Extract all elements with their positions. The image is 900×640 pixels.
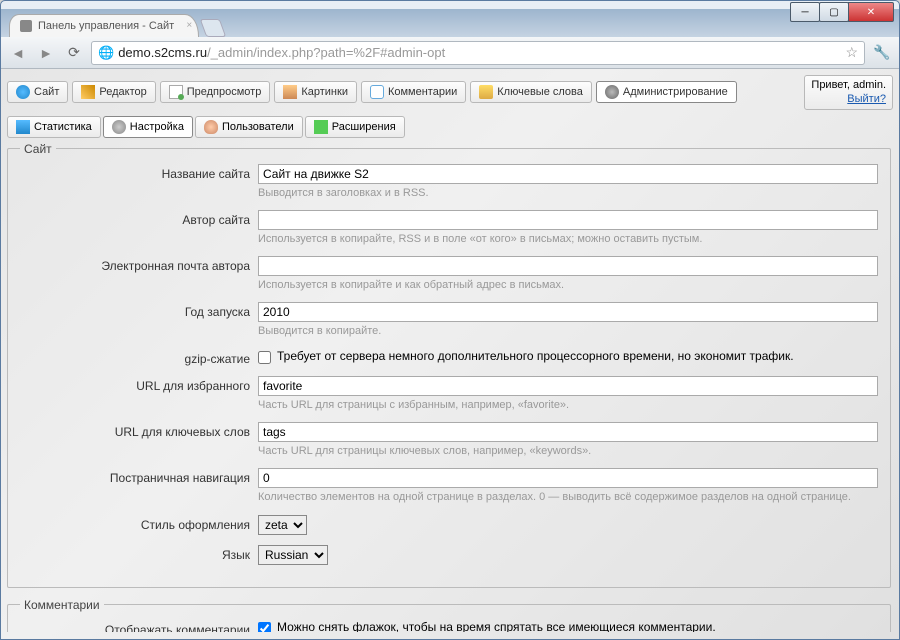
gear-icon: [112, 120, 126, 134]
label-tags-url: URL для ключевых слов: [20, 422, 250, 439]
reload-button[interactable]: ⟳: [63, 42, 85, 64]
fieldset-comments: Комментарии Отображать комментарии Можно…: [7, 598, 891, 632]
hint-year: Выводится в копирайте.: [258, 324, 878, 338]
desc-show-comments: Можно снять флажок, чтобы на время спрят…: [277, 620, 716, 632]
input-pagination[interactable]: [258, 468, 878, 488]
preview-icon: [169, 85, 183, 99]
main-toolbar: Сайт Редактор Предпросмотр Картинки Комм…: [7, 75, 893, 110]
address-bar: ◄ ► ⟳ 🌐 demo.s2cms.ru/_admin/index.php?p…: [1, 37, 899, 69]
checkbox-gzip[interactable]: [258, 351, 271, 364]
bookmark-star-icon[interactable]: ☆: [845, 44, 858, 61]
label: Ключевые слова: [497, 86, 583, 98]
favicon-icon: [20, 20, 32, 32]
globe-icon: [16, 85, 30, 99]
label-pagination: Постраничная навигация: [20, 468, 250, 485]
select-lang[interactable]: Russian: [258, 545, 328, 565]
input-email[interactable]: [258, 256, 878, 276]
label: Сайт: [34, 86, 59, 98]
label: Картинки: [301, 86, 348, 98]
select-style[interactable]: zeta: [258, 515, 307, 535]
legend-comments: Комментарии: [20, 598, 104, 612]
users-icon: [204, 120, 218, 134]
settings-wrench-icon[interactable]: 🔧: [871, 44, 893, 61]
pencil-icon: [81, 85, 95, 99]
hint-fav-url: Часть URL для страницы с избранным, напр…: [258, 398, 878, 412]
globe-icon: 🌐: [98, 45, 114, 61]
window-close-button[interactable]: ✕: [848, 2, 894, 22]
browser-tab[interactable]: Панель управления - Сайт ×: [9, 14, 199, 37]
input-year[interactable]: [258, 302, 878, 322]
settings-scroll-area[interactable]: Сайт Название сайта Выводится в заголовк…: [7, 142, 893, 632]
label: Администрирование: [623, 86, 728, 98]
subtab-users[interactable]: Пользователи: [195, 116, 303, 138]
toolbar-keywords-button[interactable]: Ключевые слова: [470, 81, 592, 103]
label: Редактор: [99, 86, 146, 98]
hint-author: Используется в копирайте, RSS и в поле «…: [258, 232, 878, 246]
toolbar-images-button[interactable]: Картинки: [274, 81, 357, 103]
input-site-name[interactable]: [258, 164, 878, 184]
subtab-settings[interactable]: Настройка: [103, 116, 193, 138]
hint-tags-url: Часть URL для страницы ключевых слов, на…: [258, 444, 878, 458]
key-icon: [479, 85, 493, 99]
hint-email: Используется в копирайте и как обратный …: [258, 278, 878, 292]
hint-site-name: Выводится в заголовках и в RSS.: [258, 186, 878, 200]
label-email: Электронная почта автора: [20, 256, 250, 273]
url-host: demo.s2cms.ru: [118, 45, 207, 60]
tab-title: Панель управления - Сайт: [38, 20, 174, 32]
subtab-extensions[interactable]: Расширения: [305, 116, 405, 138]
plugin-icon: [314, 120, 328, 134]
legend-site: Сайт: [20, 142, 56, 156]
page-content: Сайт Редактор Предпросмотр Картинки Комм…: [1, 69, 899, 639]
url-path: /_admin/index.php?path=%2F#admin-opt: [207, 45, 445, 60]
window-maximize-button[interactable]: ▢: [819, 2, 849, 22]
label: Пользователи: [222, 121, 294, 133]
images-icon: [283, 85, 297, 99]
label-show-comments: Отображать комментарии: [20, 620, 250, 632]
toolbar-preview-button[interactable]: Предпросмотр: [160, 81, 271, 103]
checkbox-show-comments[interactable]: [258, 622, 271, 632]
label: Расширения: [332, 121, 396, 133]
input-tags-url[interactable]: [258, 422, 878, 442]
label-site-name: Название сайта: [20, 164, 250, 181]
browser-tabstrip: Панель управления - Сайт ×: [1, 9, 899, 37]
label: Комментарии: [388, 86, 457, 98]
forward-button[interactable]: ►: [35, 42, 57, 64]
toolbar-site-button[interactable]: Сайт: [7, 81, 68, 103]
input-fav-url[interactable]: [258, 376, 878, 396]
label: Настройка: [130, 121, 184, 133]
label-author: Автор сайта: [20, 210, 250, 227]
url-input[interactable]: 🌐 demo.s2cms.ru/_admin/index.php?path=%2…: [91, 41, 865, 65]
sub-toolbar: Статистика Настройка Пользователи Расшир…: [7, 116, 893, 138]
logout-link[interactable]: Выйти?: [847, 93, 886, 105]
user-greeting: Привет, admin. Выйти?: [804, 75, 893, 110]
label-lang: Язык: [20, 545, 250, 562]
stats-icon: [16, 120, 30, 134]
label-fav-url: URL для избранного: [20, 376, 250, 393]
window-titlebar: [1, 1, 899, 9]
desc-gzip: Требует от сервера немного дополнительно…: [277, 349, 794, 363]
subtab-stats[interactable]: Статистика: [7, 116, 101, 138]
tab-close-icon[interactable]: ×: [186, 20, 192, 31]
label-year: Год запуска: [20, 302, 250, 319]
toolbar-comments-button[interactable]: Комментарии: [361, 81, 466, 103]
fieldset-site: Сайт Название сайта Выводится в заголовк…: [7, 142, 891, 588]
input-author[interactable]: [258, 210, 878, 230]
comments-icon: [370, 85, 384, 99]
window-minimize-button[interactable]: ─: [790, 2, 820, 22]
toolbar-admin-button[interactable]: Администрирование: [596, 81, 737, 103]
toolbar-editor-button[interactable]: Редактор: [72, 81, 155, 103]
greeting-text: Привет, admin.: [811, 79, 886, 91]
hint-pagination: Количество элементов на одной странице в…: [258, 490, 878, 504]
admin-icon: [605, 85, 619, 99]
new-tab-button[interactable]: [200, 19, 227, 37]
back-button[interactable]: ◄: [7, 42, 29, 64]
label-style: Стиль оформления: [20, 515, 250, 532]
label: Предпросмотр: [187, 86, 262, 98]
label: Статистика: [34, 121, 92, 133]
label-gzip: gzip-сжатие: [20, 349, 250, 366]
